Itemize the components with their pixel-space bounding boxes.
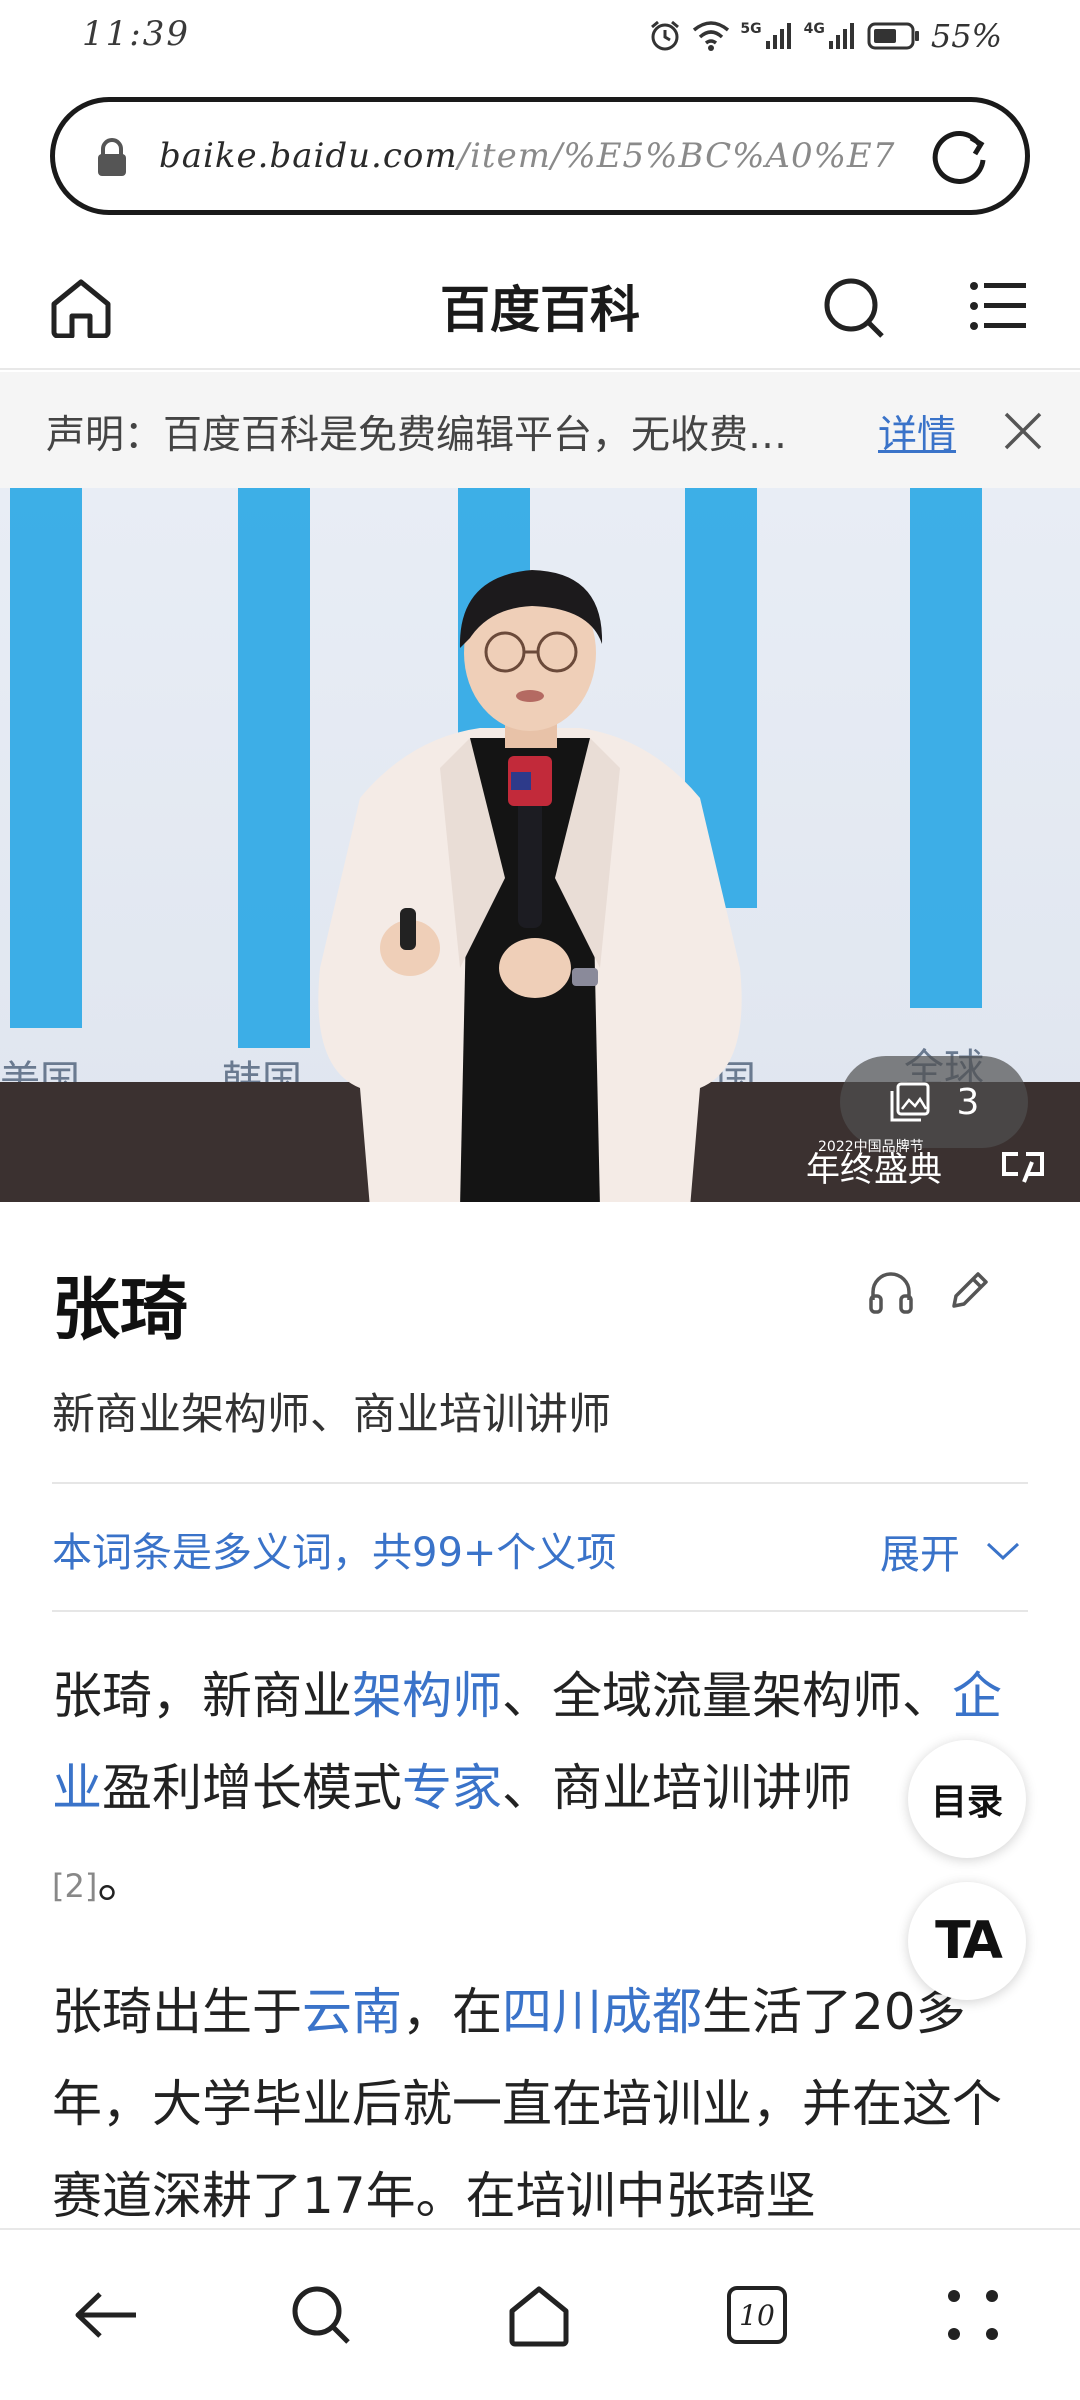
article-title: 张琦 (52, 1271, 189, 1350)
bottom-nav: 10 (0, 2228, 1080, 2400)
home-icon (509, 2286, 569, 2347)
gallery-count: 3 (956, 1081, 980, 1123)
nav-home[interactable] (494, 2270, 584, 2360)
link-expert[interactable]: 专家 (402, 1759, 502, 1817)
expand-label: 展开 (880, 1532, 960, 1578)
site-title: 百度百科 (440, 281, 640, 339)
tabs-icon: 10 (727, 2286, 787, 2344)
alarm-icon (651, 20, 680, 51)
citation[interactable]: [2] (52, 1867, 97, 1905)
url-path: /item/%E5%BC%A0%E7 (457, 136, 896, 176)
para-text: 、全域流量架构师、 (502, 1667, 952, 1725)
paragraph: 张琦，新商业架构师、全域流量架构师、企业盈利增长模式专家、商业培训讲师 [2]。 (52, 1650, 1032, 1932)
headphones-icon[interactable] (868, 1270, 914, 1314)
gallery-badge[interactable]: 3 (840, 1056, 1028, 1148)
para-text: ，在 (402, 1983, 502, 2041)
more-dots-icon (948, 2290, 998, 2340)
network-4g-label: 4G (803, 21, 825, 37)
signal-5g-icon (765, 23, 791, 49)
nav-back[interactable] (62, 2270, 152, 2360)
lock-icon (98, 138, 126, 176)
edit-icon[interactable] (948, 1268, 992, 1312)
para-text: 、商业培训讲师 (502, 1759, 852, 1817)
hero-image[interactable]: 美国 韩国 德国 全球 (0, 488, 1080, 1202)
divider (52, 1610, 1028, 1612)
expand-button[interactable]: 展开 (880, 1522, 1020, 1580)
notice-details-link[interactable]: 详情 (878, 404, 956, 460)
tabs-count: 10 (739, 2298, 775, 2332)
para-text: 。 (97, 1851, 148, 1909)
para-text: 盈利增长模式 (102, 1759, 402, 1817)
paragraph: 张琦出生于云南，在四川成都生活了20多年，大学毕业后就一直在培训业，并在这个赛道… (52, 1966, 1032, 2242)
network-5g-label: 5G (740, 21, 762, 37)
chevron-down-icon (986, 1542, 1020, 1561)
link-yunnan[interactable]: 云南 (302, 1983, 402, 2041)
backdrop-bar (910, 488, 982, 1008)
reload-icon[interactable] (929, 126, 991, 188)
backdrop-bar (10, 488, 82, 1028)
address-bar[interactable]: baike.baidu.com/item/%E5%BC%A0%E7 (50, 97, 1030, 215)
url-host: baike.baidu.com (159, 136, 458, 176)
site-header: 百度百科 (0, 240, 1080, 370)
close-icon[interactable] (1002, 410, 1044, 452)
watermark-text: 年终盛典 (806, 1150, 942, 1190)
ta-button[interactable]: TA (908, 1882, 1026, 2000)
nav-more[interactable] (928, 2270, 1018, 2360)
battery-percent: 55% (930, 17, 1002, 55)
polysemy-link[interactable]: 本词条是多义词，共99+个义项 (52, 1520, 616, 1578)
event-logo-icon (1002, 1152, 1044, 1183)
speaker-photo (318, 570, 742, 1202)
status-time: 11:39 (82, 14, 190, 54)
search-icon[interactable] (822, 276, 888, 342)
gallery-icon (890, 1082, 930, 1122)
menu-icon[interactable] (970, 280, 1026, 332)
status-bar: 11:39 5G 4G 55% (0, 0, 1080, 80)
divider (52, 1482, 1028, 1484)
signal-4g-icon (828, 23, 854, 49)
para-text: 张琦，新商业 (52, 1667, 352, 1725)
url-text[interactable]: baike.baidu.com/item/%E5%BC%A0%E7 (159, 136, 949, 176)
status-icons: 5G 4G 55% (648, 16, 1002, 56)
toc-button[interactable]: 目录 (908, 1740, 1026, 1858)
notice-text: 声明：百度百科是免费编辑平台，无收费… (46, 413, 788, 458)
nav-search[interactable] (276, 2270, 366, 2360)
link-chengdu[interactable]: 四川成都 (502, 1983, 702, 2041)
wifi-icon (693, 21, 730, 51)
notice-bar: 声明：百度百科是免费编辑平台，无收费… 详情 (0, 372, 1080, 488)
para-text: 张琦出生于 (52, 1983, 302, 2041)
nav-tabs[interactable]: 10 (712, 2270, 802, 2360)
article-subtitle: 新商业架构师、商业培训讲师 (52, 1390, 611, 1440)
battery-icon (867, 22, 919, 50)
search-icon (292, 2286, 350, 2344)
back-arrow-icon (75, 2292, 136, 2338)
link-architect[interactable]: 架构师 (352, 1667, 502, 1725)
